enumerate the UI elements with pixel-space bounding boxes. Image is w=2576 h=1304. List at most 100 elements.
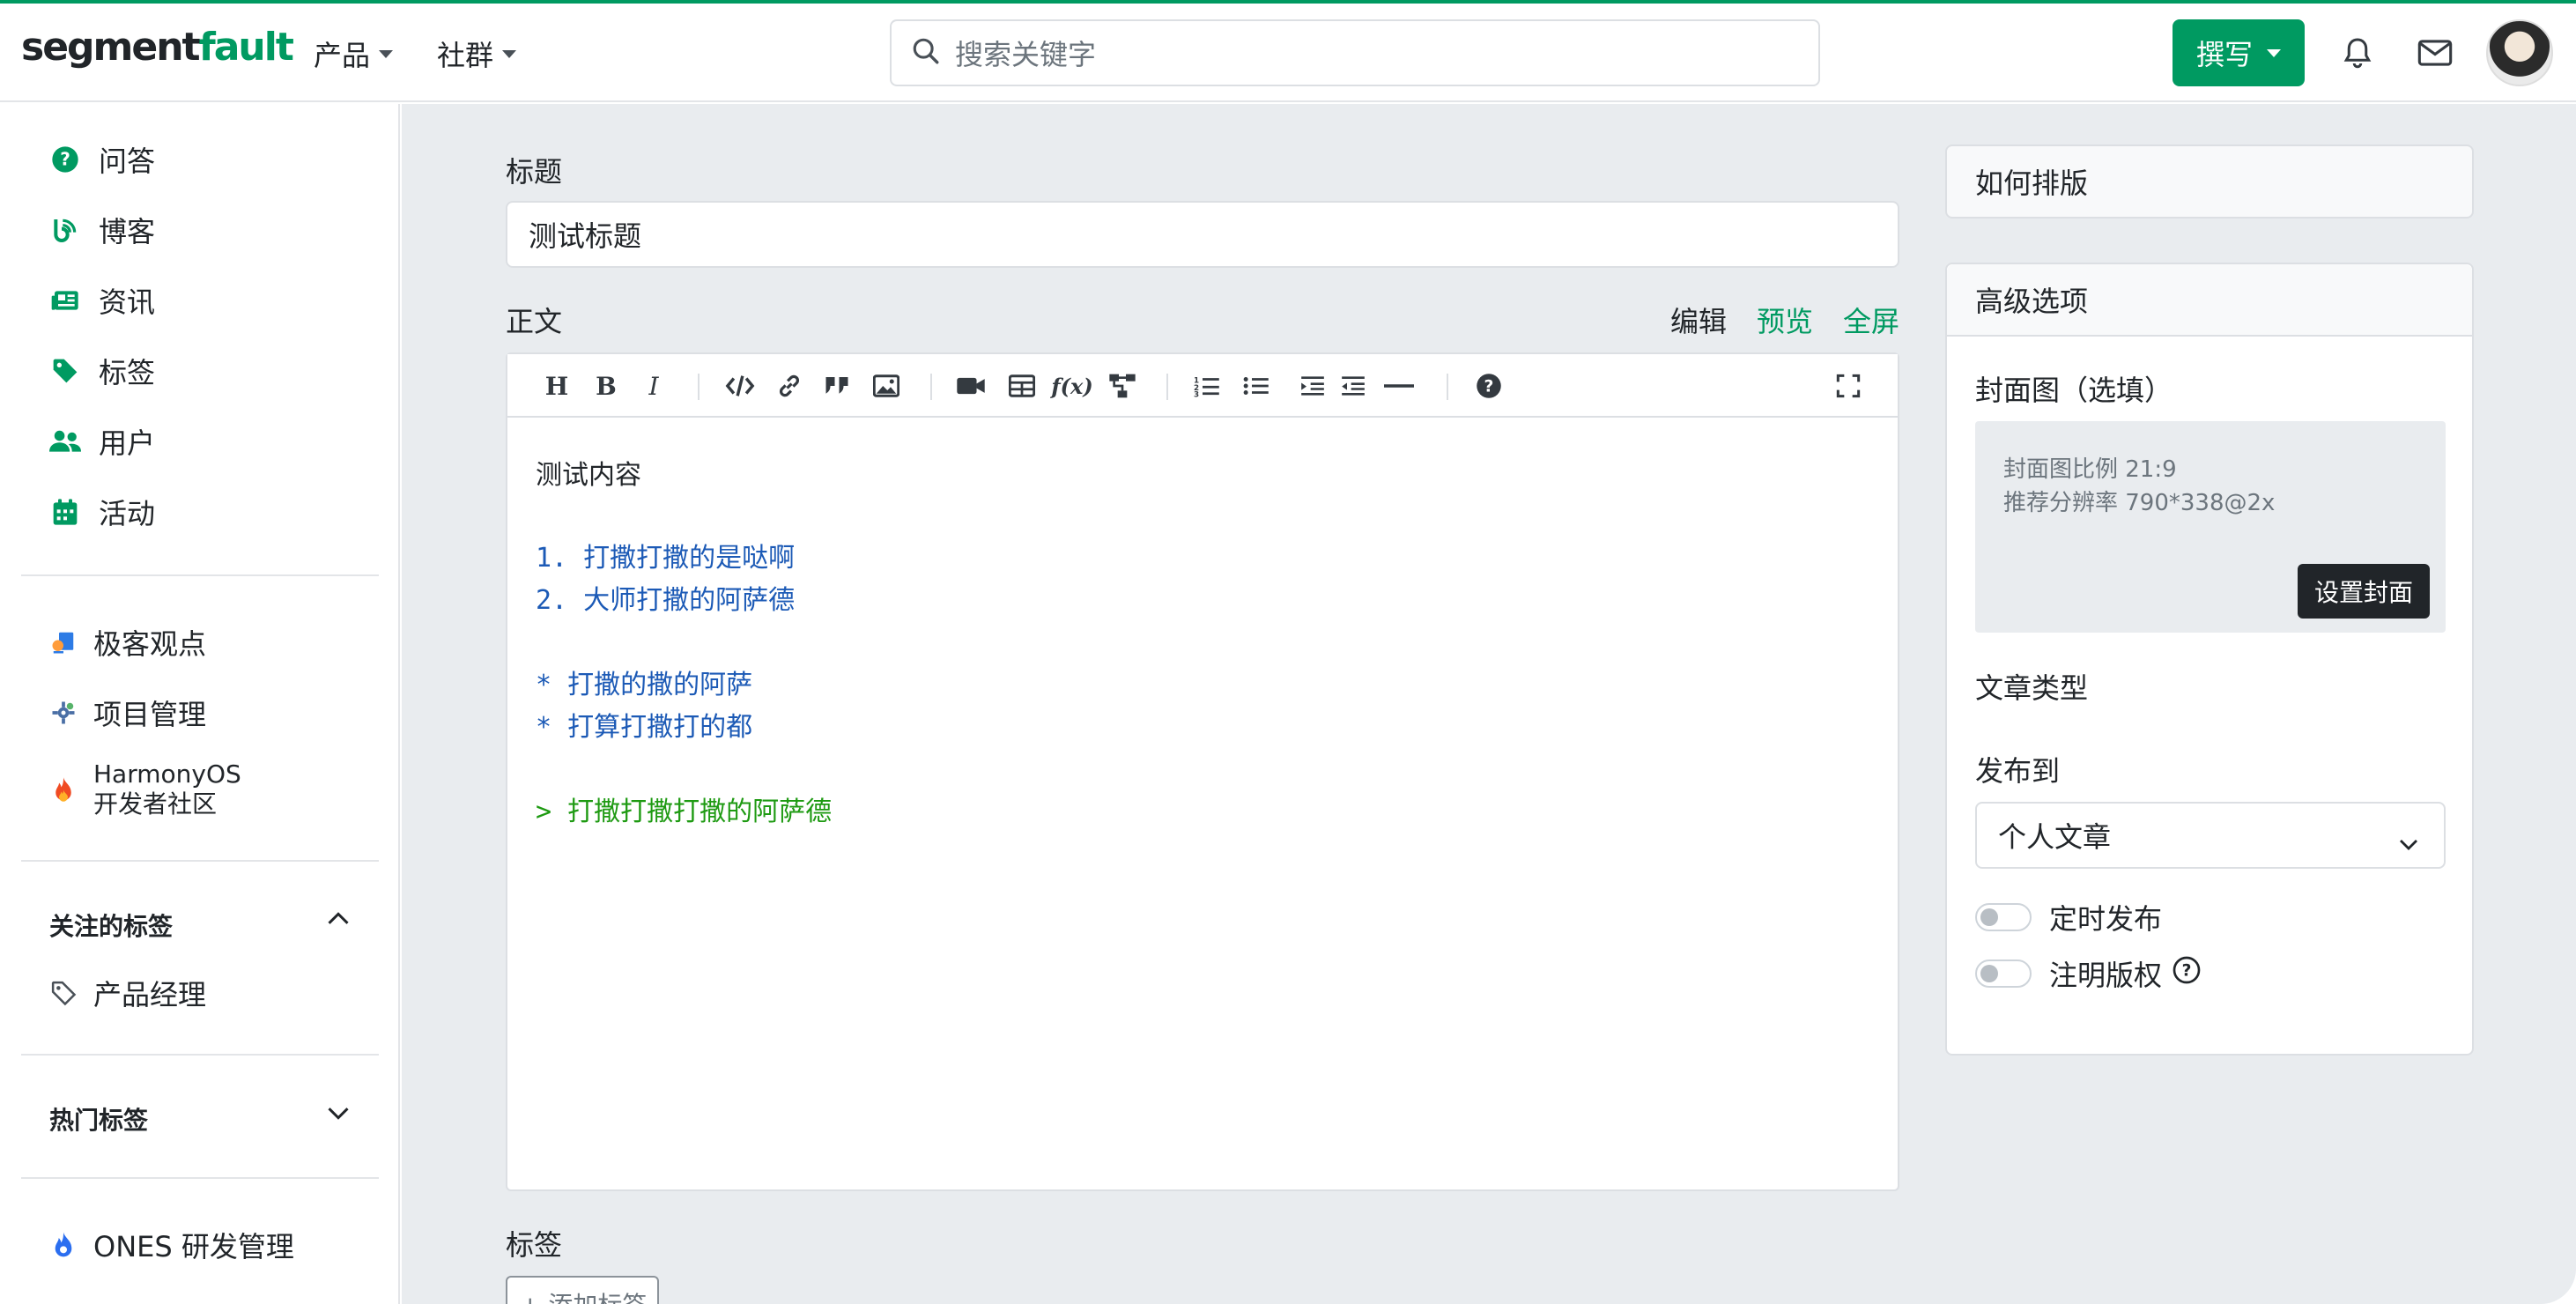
write-button[interactable]: 撰写 [2173,19,2305,86]
search-input[interactable]: 搜索关键字 [890,19,1820,86]
image-icon[interactable] [870,370,902,402]
cover-label: 封面图（选填） [1975,374,2173,407]
sidebar-item-label: 博客 [99,215,156,248]
sidebar: ? 问答 博客 资讯 标签 用户 活动 极客观点 项目管理 HarmonyOS … [0,104,400,1304]
mode-preview[interactable]: 预览 [1757,300,1813,340]
publish-to-select[interactable]: 个人文章 [1975,802,2446,869]
sidebar-item-events[interactable]: 活动 [49,492,155,532]
scheduled-publish-toggle[interactable] [1975,903,2032,931]
logo[interactable]: segmentfault [21,25,294,70]
sidebar-item-harmonyos[interactable]: HarmonyOS 开发者社区 [48,759,241,819]
newspaper-icon [49,285,81,316]
sidebar-item-news[interactable]: 资讯 [49,280,155,321]
fullscreen-icon[interactable] [1832,370,1864,402]
add-tag-button[interactable]: + 添加标签 [506,1276,659,1304]
sidebar-divider [21,1054,379,1056]
nav-community-label: 社群 [437,39,494,72]
top-navbar: segmentfault 产品 社群 搜索关键字 撰写 [0,4,2576,102]
help-icon[interactable]: ? [1473,370,1505,402]
publish-to-value: 个人文章 [1998,820,2112,854]
geek-icon [48,626,79,658]
sidebar-item-ones[interactable]: ONES 研发管理 [48,1225,294,1265]
sidebar-divider [21,574,379,576]
calendar-icon [49,496,81,528]
sidebar-item-geek[interactable]: 极客观点 [48,622,206,663]
scheduled-publish-label: 定时发布 [2049,902,2163,936]
followed-tags-title: 关注的标签 [49,912,174,941]
sidebar-item-label-line1: HarmonyOS [93,759,241,789]
tag-icon [48,977,79,1009]
nav-products-label: 产品 [314,39,371,72]
markdown-editor[interactable]: H B I f(x) 123 ? 测试内容 1. 打撒打撒的是哒啊 2. 大师打 [506,352,1899,1191]
avatar[interactable] [2486,19,2553,86]
mode-fullscreen[interactable]: 全屏 [1843,300,1899,340]
tags-icon [49,355,81,387]
sidebar-item-label: 极客观点 [93,627,207,661]
bold-icon[interactable]: B [590,370,622,402]
how-to-format-panel[interactable]: 如何排版 [1945,144,2474,219]
svg-text:3: 3 [1194,391,1199,398]
copyright-toggle[interactable] [1975,959,2032,988]
code-icon[interactable] [724,370,756,402]
svg-text:?: ? [2182,962,2192,981]
sidebar-item-tags[interactable]: 标签 [49,351,155,391]
chevron-down-icon [502,49,517,58]
title-label: 标题 [506,155,563,189]
chevron-down-icon [379,49,394,58]
help-circle-icon[interactable]: ? [2173,956,2201,991]
users-icon [49,426,81,457]
fire-icon [48,774,79,805]
editor-main: 标题 测试标题 正文 编辑 预览 全屏 H B I f(x) 123 ? 测试内… [402,104,2576,1304]
publish-to-label: 发布到 [1975,754,2061,788]
how-to-format-title: 如何排版 [1975,167,2089,200]
set-cover-button[interactable]: 设置封面 [2298,564,2430,619]
mail-icon[interactable] [2417,39,2453,70]
ordered-list-icon[interactable]: 123 [1191,370,1223,402]
cover-upload-area[interactable]: 封面图比例 21:9 推荐分辨率 790*338@2x 设置封面 [1975,421,2446,633]
sidebar-item-project[interactable]: 项目管理 [48,693,206,733]
formula-icon[interactable]: f(x) [1051,370,1092,402]
sidebar-item-label: 用户 [99,426,156,460]
sidebar-divider [21,1177,379,1179]
outdent-icon[interactable] [1337,370,1369,402]
unordered-list-icon[interactable] [1240,370,1272,402]
chevron-up-icon[interactable] [326,909,351,930]
italic-icon[interactable]: I [638,370,670,402]
link-icon[interactable] [774,370,805,402]
followed-tag-item[interactable]: 产品经理 [48,973,206,1013]
editor-toolbar: H B I f(x) 123 ? [507,354,1898,418]
editor-line: * 打算打撒打的都 [536,712,753,743]
video-icon[interactable] [955,370,987,402]
chevron-down-icon[interactable] [326,1105,351,1126]
sidebar-item-label: 资讯 [99,285,156,319]
hot-tags-title: 热门标签 [49,1106,149,1135]
indent-icon[interactable] [1297,370,1329,402]
flowchart-icon[interactable] [1107,370,1138,402]
horizontal-rule-icon[interactable] [1383,370,1415,402]
nav-products[interactable]: 产品 [314,33,394,74]
followed-tag-label: 产品经理 [93,978,207,1011]
toolbar-divider [1447,374,1448,400]
heading-icon[interactable]: H [541,370,573,402]
bell-icon[interactable] [2342,35,2373,74]
sidebar-item-users[interactable]: 用户 [49,421,155,462]
question-circle-icon: ? [49,144,81,175]
sidebar-item-label: 问答 [99,144,156,178]
sidebar-item-label: 标签 [99,356,156,389]
sidebar-item-qa[interactable]: ? 问答 [49,139,155,180]
mode-edit[interactable]: 编辑 [1670,300,1727,340]
quote-icon[interactable] [821,370,853,402]
tags-label: 标签 [506,1228,563,1262]
copyright-label: 注明版权 [2049,959,2163,992]
title-input[interactable]: 测试标题 [506,201,1899,268]
toolbar-divider [1166,374,1168,400]
svg-text:?: ? [60,149,70,170]
table-icon[interactable] [1006,370,1038,402]
article-type-label: 文章类型 [1975,671,2089,705]
nav-community[interactable]: 社群 [437,33,517,74]
editor-mode-switch: 编辑 预览 全屏 [1670,300,1899,340]
sidebar-item-blog[interactable]: 博客 [49,210,155,250]
advanced-options-panel: 高级选项 封面图（选填） 封面图比例 21:9 推荐分辨率 790*338@2x… [1945,263,2474,1056]
editor-line: 1. 打撒打撒的是哒啊 [536,543,796,574]
write-button-label: 撰写 [2195,38,2253,71]
